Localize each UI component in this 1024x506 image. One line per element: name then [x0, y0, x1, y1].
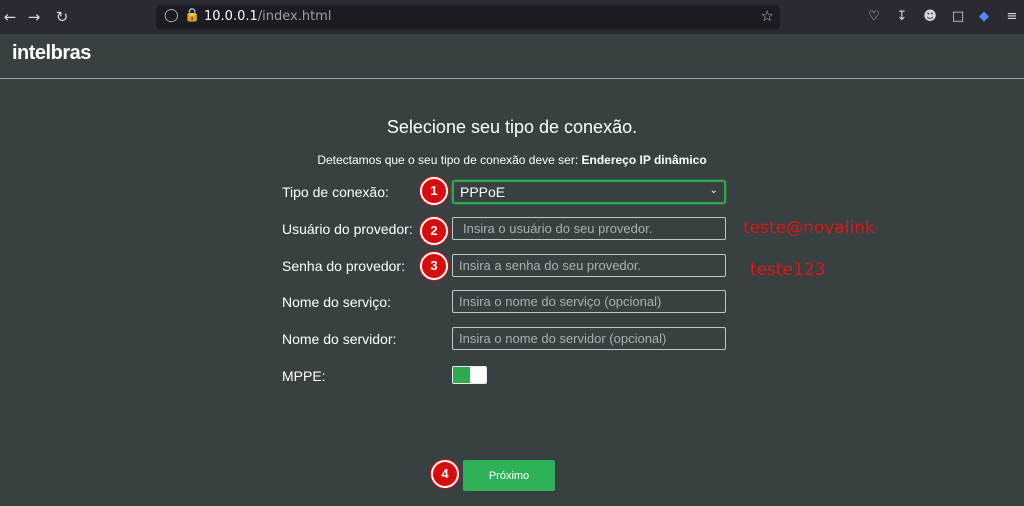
- connection-type-select[interactable]: PPPoE ⌄: [452, 180, 726, 204]
- chevron-down-icon: ⌄: [709, 185, 718, 196]
- back-icon[interactable]: ←: [0, 7, 20, 27]
- provider-password-placeholder: Insira a senha do seu provedor.: [459, 258, 642, 273]
- provider-user-placeholder: Insira o usuário do seu provedor.: [463, 221, 653, 236]
- step-badge-1: 1: [420, 177, 448, 205]
- ublock-icon[interactable]: ◆: [975, 8, 993, 26]
- url-bar[interactable]: ◯ 🔒 10.0.0.1/index.html ☆: [156, 5, 780, 29]
- shield-icon[interactable]: ◯: [164, 8, 179, 23]
- password-example-annotation: teste123: [750, 260, 826, 280]
- mppe-toggle[interactable]: [452, 366, 487, 384]
- page-title: Selecione seu tipo de conexão.: [386, 117, 638, 137]
- server-name-label: Nome do servidor:: [282, 331, 397, 347]
- detect-prefix: Detectamos que o seu tipo de conexão dev…: [317, 153, 582, 167]
- detected-connection-text: Detectamos que o seu tipo de conexão dev…: [0, 153, 1024, 167]
- provider-password-input[interactable]: Insira a senha do seu provedor.: [452, 254, 726, 277]
- service-name-placeholder: Insira o nome do serviço (opcional): [459, 294, 662, 309]
- toggle-knob: [470, 367, 486, 383]
- connection-type-value: PPPoE: [460, 184, 506, 200]
- server-name-input[interactable]: Insira o nome do servidor (opcional): [452, 327, 726, 350]
- step-badge-2: 2: [420, 217, 448, 245]
- mppe-label: MPPE:: [282, 368, 326, 384]
- provider-user-label: Usuário do provedor:: [282, 221, 413, 237]
- extensions-icon[interactable]: □: [949, 8, 967, 26]
- browser-toolbar: ← → ↻ ◯ 🔒 10.0.0.1/index.html ☆ ♡ ↧ ☻ □ …: [0, 0, 1024, 34]
- connection-type-label: Tipo de conexão:: [282, 184, 389, 200]
- menu-icon[interactable]: ≡: [1003, 8, 1021, 26]
- star-icon[interactable]: ☆: [761, 7, 774, 25]
- pocket-icon[interactable]: ♡: [865, 8, 883, 26]
- url-path: /index.html: [257, 9, 332, 24]
- lock-icon[interactable]: 🔒: [184, 8, 200, 23]
- reload-icon[interactable]: ↻: [52, 7, 72, 27]
- url-text[interactable]: 10.0.0.1/index.html: [204, 9, 331, 24]
- download-icon[interactable]: ↧: [893, 8, 911, 26]
- intelbras-logo: intelbras: [12, 42, 91, 64]
- provider-user-input[interactable]: Insira o usuário do seu provedor.: [452, 217, 726, 240]
- user-example-annotation: teste@novalink: [743, 218, 875, 238]
- step-badge-3: 3: [420, 252, 448, 280]
- next-button[interactable]: Próximo: [463, 460, 555, 491]
- service-name-input[interactable]: Insira o nome do serviço (opcional): [452, 290, 726, 313]
- step-badge-4: 4: [431, 460, 459, 488]
- service-name-label: Nome do serviço:: [282, 294, 391, 310]
- server-name-placeholder: Insira o nome do servidor (opcional): [459, 331, 667, 346]
- provider-password-label: Senha do provedor:: [282, 258, 405, 274]
- account-icon[interactable]: ☻: [921, 8, 939, 26]
- app-header: intelbras: [0, 34, 1024, 79]
- url-host: 10.0.0.1: [204, 9, 258, 24]
- forward-icon[interactable]: →: [24, 7, 44, 27]
- detect-value: Endereço IP dinâmico: [581, 153, 707, 167]
